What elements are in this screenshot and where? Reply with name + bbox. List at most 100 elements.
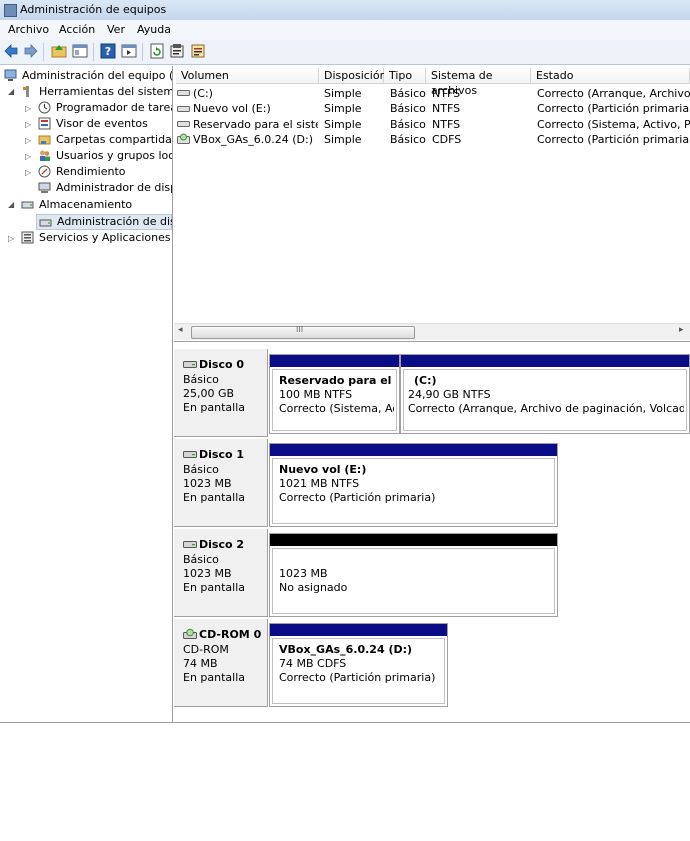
disk-icon: [183, 541, 197, 548]
partition-size: 100 MB NTFS: [279, 388, 353, 401]
column-header-layout[interactable]: Disposición: [319, 68, 387, 84]
disk-size: 74 MB: [183, 657, 218, 670]
computer-management-icon: [4, 69, 17, 81]
expand-triangle-icon[interactable]: ▷: [25, 104, 33, 113]
tools-icon: [23, 86, 29, 97]
action-pane-icon[interactable]: [121, 43, 137, 59]
disk-layout-pane: Disco 0 Básico 25,00 GB En pantalla Rese…: [174, 346, 690, 722]
menu-ayuda[interactable]: Ayuda: [137, 23, 171, 36]
disk-name: Disco 0: [199, 358, 245, 371]
cell-type: Básico: [390, 133, 426, 146]
services-icon: [21, 231, 34, 244]
scroll-right-arrow-icon[interactable]: ▸: [679, 325, 684, 335]
partition-bar: [270, 355, 399, 367]
device-manager-icon: [38, 182, 51, 193]
disk-label-1[interactable]: Disco 1 Básico 1023 MB En pantalla: [174, 439, 268, 527]
window-bottom-border: [0, 722, 690, 723]
menu-archivo[interactable]: Archivo: [8, 23, 49, 36]
horizontal-scrollbar[interactable]: ◂ III ▸: [174, 323, 690, 340]
back-arrow-icon[interactable]: [3, 43, 19, 59]
partition-name: Reservado para el sister: [279, 374, 394, 387]
partition-name: Nuevo vol (E:): [279, 463, 367, 476]
cell-volume: VBox_GAs_6.0.24 (D:): [193, 133, 313, 146]
column-header-type[interactable]: Tipo: [384, 68, 426, 84]
disk-size: 1023 MB: [183, 477, 232, 490]
properties-icon[interactable]: [169, 43, 185, 59]
partition-name: (C:): [414, 374, 437, 387]
up-folder-icon[interactable]: [51, 43, 67, 59]
tree-label-services-apps: Servicios y Aplicaciones: [39, 231, 171, 244]
users-icon: [40, 150, 50, 161]
collapse-triangle-icon[interactable]: ◢: [8, 87, 16, 96]
volume-icon: [177, 90, 190, 96]
partition-status: Correcto (Partición primaria): [279, 671, 436, 684]
shared-folder-icon: [38, 135, 51, 145]
disk-type: CD-ROM: [183, 643, 229, 656]
disk-status: En pantalla: [183, 491, 246, 504]
partition-bar: [270, 624, 447, 636]
disk-label-cdrom[interactable]: CD-ROM 0 CD-ROM 74 MB En pantalla: [174, 619, 268, 707]
cell-status: Correcto (Sistema, Activo, Partic: [537, 118, 690, 131]
partition-status: Correcto (Partición primaria): [279, 491, 436, 504]
cell-volume: Nuevo vol (E:): [193, 102, 271, 115]
partition-name: VBox_GAs_6.0.24 (D:): [279, 643, 413, 656]
clock-icon: [38, 101, 51, 114]
column-header-filesystem[interactable]: Sistema de archivos: [426, 68, 531, 97]
cell-status: Correcto (Arranque, Archivo de: [537, 87, 690, 100]
partition-c[interactable]: (C:) 24,90 GB NTFS Correcto (Arranque, A…: [400, 354, 690, 434]
tree-label-shared-folders: Carpetas compartidas: [56, 133, 173, 146]
cell-filesystem: CDFS: [432, 133, 462, 146]
expand-triangle-icon[interactable]: ▷: [8, 234, 16, 243]
cell-layout: Simple: [324, 102, 362, 115]
disk-management-icon: [39, 219, 52, 227]
partition-size: 1023 MB: [279, 567, 328, 580]
expand-triangle-icon[interactable]: ▷: [25, 136, 33, 145]
column-header-volume[interactable]: Volumen: [176, 68, 319, 84]
window-title: Administración de equipos: [20, 3, 167, 16]
cell-type: Básico: [390, 102, 426, 115]
disk-status: En pantalla: [183, 671, 246, 684]
performance-gauge-icon: [38, 165, 51, 178]
navigation-tree: Administración del equipo (loc ◢ Herrami…: [0, 66, 173, 722]
disk-type: Básico: [183, 553, 219, 566]
partition-unallocated[interactable]: 1023 MB No asignado: [269, 533, 558, 617]
column-header-status[interactable]: Estado: [531, 68, 690, 84]
storage-icon: [21, 201, 34, 209]
collapse-triangle-icon[interactable]: ◢: [8, 200, 16, 209]
partition-system-reserved[interactable]: Reservado para el sister 100 MB NTFS Cor…: [269, 354, 400, 434]
disk-label-2[interactable]: Disco 2 Básico 1023 MB En pantalla: [174, 529, 268, 617]
partition-size: 74 MB CDFS: [279, 657, 347, 670]
disk-status: En pantalla: [183, 401, 246, 414]
partition-e[interactable]: Nuevo vol (E:) 1021 MB NTFS Correcto (Pa…: [269, 443, 558, 527]
tree-label-task-scheduler: Programador de tareas: [56, 101, 173, 114]
cell-status: Correcto (Partición primaria): [537, 133, 690, 146]
volume-icon: [177, 106, 190, 112]
expand-triangle-icon[interactable]: ▷: [25, 168, 33, 177]
settings-list-icon[interactable]: [190, 43, 206, 59]
scroll-left-arrow-icon[interactable]: ◂: [178, 325, 183, 335]
expand-triangle-icon[interactable]: ▷: [25, 152, 33, 161]
toolbar: ?: [0, 40, 690, 65]
svg-text:?: ?: [105, 45, 111, 58]
forward-arrow-icon[interactable]: [23, 43, 39, 59]
cell-volume: (C:): [193, 87, 213, 100]
partition-status: No asignado: [279, 581, 348, 594]
partition-status: Correcto (Arranque, Archivo de paginació…: [408, 402, 684, 415]
cell-filesystem: NTFS: [432, 87, 461, 100]
help-icon[interactable]: ?: [100, 43, 116, 59]
disk-icon: [183, 361, 197, 368]
disk-label-0[interactable]: Disco 0 Básico 25,00 GB En pantalla: [174, 349, 268, 437]
menu-accion[interactable]: Acción: [59, 23, 95, 36]
menu-ver[interactable]: Ver: [107, 23, 125, 36]
cell-layout: Simple: [324, 118, 362, 131]
cell-filesystem: NTFS: [432, 118, 461, 131]
partition-d[interactable]: VBox_GAs_6.0.24 (D:) 74 MB CDFS Correcto…: [269, 623, 448, 707]
partition-size: 1021 MB NTFS: [279, 477, 360, 490]
expand-triangle-icon[interactable]: ▷: [25, 120, 33, 129]
disk-name: Disco 2: [199, 538, 245, 551]
tree-item-disk-management[interactable]: Administración de disco: [36, 214, 172, 230]
refresh-icon[interactable]: [149, 43, 165, 59]
scrollbar-thumb[interactable]: III: [191, 325, 415, 339]
cd-drive-icon: [177, 133, 190, 144]
console-tree-icon[interactable]: [72, 43, 88, 59]
